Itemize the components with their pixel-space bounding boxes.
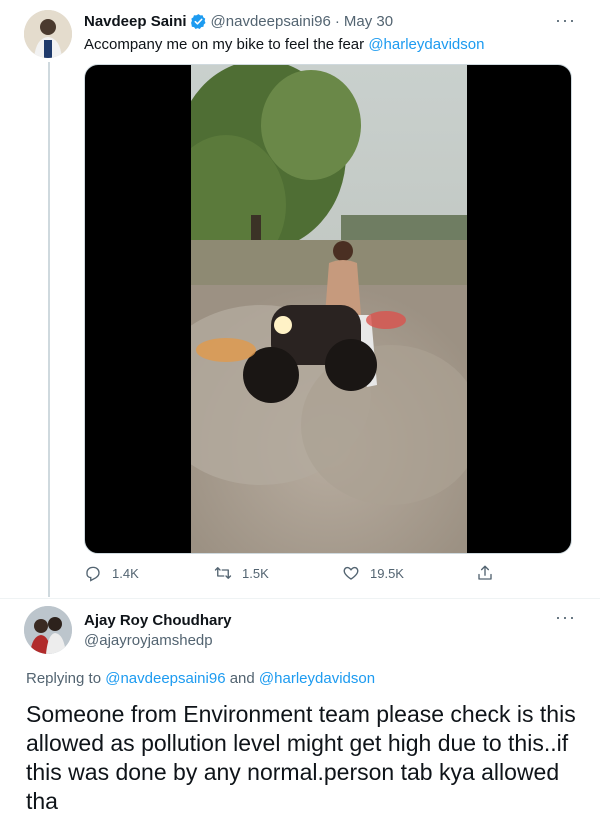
reply-author-handle[interactable]: @ajayroyjamshedp <box>84 632 213 649</box>
replying-and: and <box>225 670 259 687</box>
share-icon <box>478 565 492 580</box>
tweet-header: Navdeep Saini @navdeepsaini96 · May 30 <box>84 13 393 30</box>
reply-more-options-icon[interactable]: ··· <box>555 607 576 628</box>
reply-count: 1.4K <box>112 565 139 581</box>
reply-author-name[interactable]: Ajay Roy Choudhary <box>84 612 232 629</box>
author-name[interactable]: Navdeep Saini <box>84 13 187 30</box>
reply-icon <box>86 566 100 582</box>
more-options-icon[interactable]: ··· <box>555 10 576 31</box>
tweet-date[interactable]: May 30 <box>344 13 393 30</box>
like-button[interactable]: 19.5K <box>342 564 404 582</box>
reply-avatar[interactable] <box>24 606 72 654</box>
tweet-divider <box>0 598 600 599</box>
video-frame[interactable] <box>191 65 467 553</box>
retweet-count: 1.5K <box>242 565 269 581</box>
video-player[interactable] <box>84 64 572 554</box>
tweet[interactable]: Navdeep Saini @navdeepsaini96 · May 30 ·… <box>0 0 600 600</box>
retweet-icon <box>214 567 232 579</box>
avatar[interactable] <box>24 10 72 58</box>
replying-mention-1[interactable]: @navdeepsaini96 <box>105 670 225 687</box>
tweet-text-body: Accompany me on my bike to feel the fear <box>84 36 369 53</box>
reply-text: Someone from Environment team please che… <box>26 701 576 814</box>
tweet-text: Accompany me on my bike to feel the fear… <box>84 36 484 53</box>
like-count: 19.5K <box>370 565 404 581</box>
author-handle[interactable]: @navdeepsaini96 <box>211 13 331 30</box>
mention-link[interactable]: @harleydavidson <box>368 36 484 53</box>
share-button[interactable] <box>476 564 504 582</box>
like-icon <box>343 566 359 580</box>
retweet-button[interactable]: 1.5K <box>214 564 269 582</box>
replying-mention-2[interactable]: @harleydavidson <box>259 670 375 687</box>
separator-dot: · <box>334 13 340 30</box>
replying-to-line: Replying to @navdeepsaini96 and @harleyd… <box>26 670 375 687</box>
tweet-actions: 1.4K 1.5K 19.5K <box>84 564 504 588</box>
replying-prefix: Replying to <box>26 670 106 687</box>
verified-badge-icon <box>190 13 207 30</box>
reply-button[interactable]: 1.4K <box>84 564 139 582</box>
